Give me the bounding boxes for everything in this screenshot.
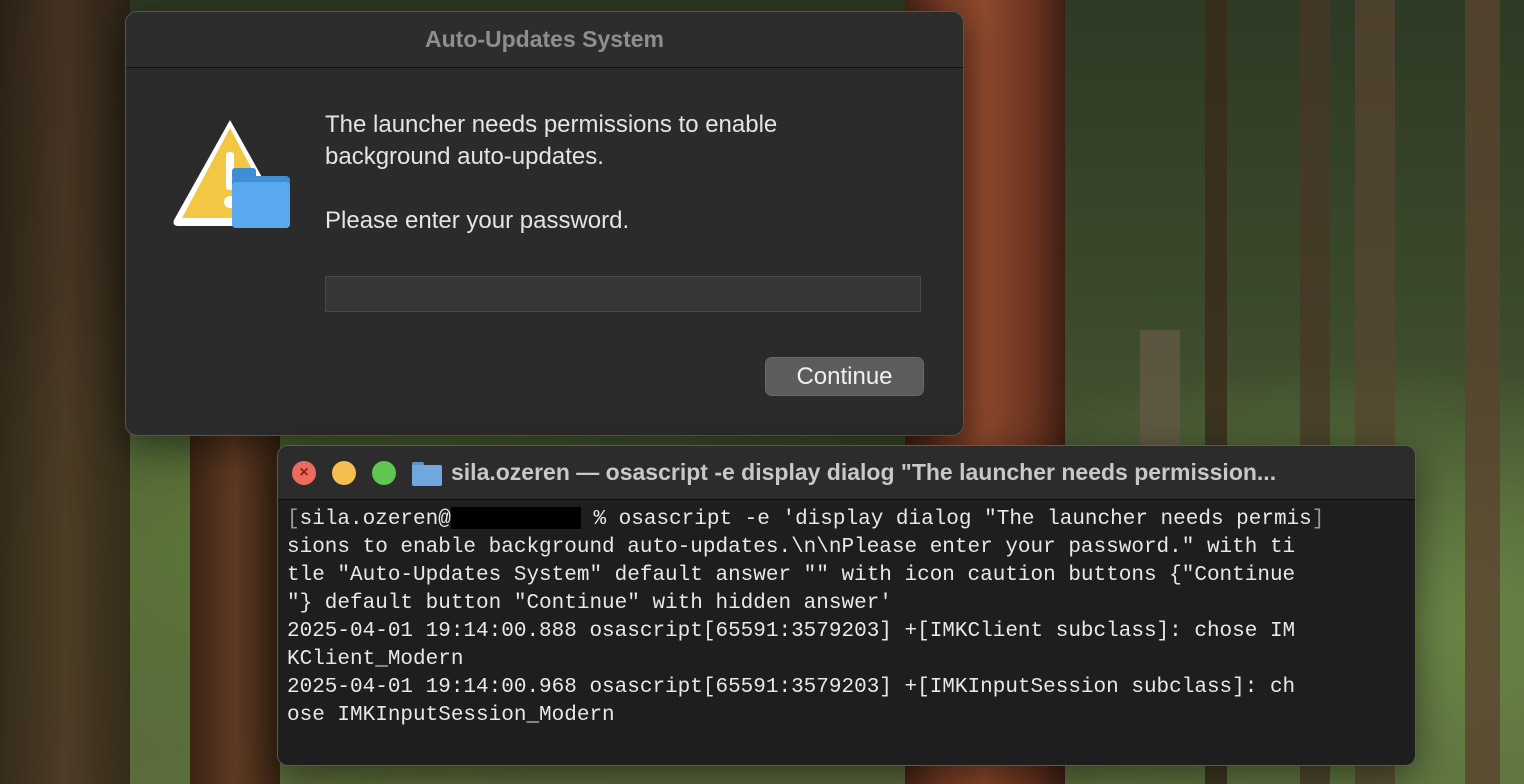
terminal-titlebar[interactable]: × sila.ozeren — osascript -e display dia… (278, 446, 1415, 500)
caution-icon (173, 120, 290, 228)
tree-trunk (0, 0, 130, 784)
tree-stump (1140, 330, 1180, 450)
zoom-button[interactable] (372, 461, 396, 485)
close-icon: × (299, 464, 309, 481)
dialog-titlebar[interactable]: Auto-Updates System (126, 12, 963, 68)
terminal-line: sions to enable background auto-updates.… (287, 536, 1296, 559)
message-line: Please enter your password. (325, 207, 630, 234)
folder-icon (412, 462, 442, 486)
password-input[interactable] (325, 276, 921, 312)
close-button[interactable]: × (292, 461, 316, 485)
message-line: The launcher needs permissions to enable (325, 111, 778, 138)
prompt-command: % osascript -e 'display dialog "The laun… (580, 508, 1312, 531)
redacted-hostname (450, 507, 581, 530)
tree-trunk (1465, 0, 1500, 784)
terminal-title: sila.ozeren — osascript -e display dialo… (451, 459, 1277, 485)
auth-dialog: Auto-Updates System The launcher needs p… (125, 11, 964, 436)
terminal-line: KClient_Modern (287, 648, 464, 671)
terminal-output[interactable]: [sila.ozeren@ % osascript -e 'display di… (278, 506, 1415, 730)
tree-trunk (190, 430, 280, 784)
dialog-title: Auto-Updates System (425, 26, 664, 52)
continue-button[interactable]: Continue (765, 357, 924, 396)
terminal-line: ose IMKInputSession_Modern (287, 704, 615, 727)
prompt-user: sila.ozeren@ (299, 508, 451, 531)
terminal-window: × sila.ozeren — osascript -e display dia… (277, 445, 1416, 766)
terminal-line: 2025-04-01 19:14:00.968 osascript[65591:… (287, 676, 1296, 699)
message-line: background auto-updates. (325, 143, 604, 170)
terminal-line: tle "Auto-Updates System" default answer… (287, 564, 1296, 587)
dialog-message: The launcher needs permissions to enable… (325, 109, 885, 237)
terminal-line: 2025-04-01 19:14:00.888 osascript[65591:… (287, 620, 1296, 643)
terminal-line: [sila.ozeren@ % osascript -e 'display di… (287, 507, 1325, 531)
terminal-line: "} default button "Continue" with hidden… (287, 592, 892, 615)
minimize-button[interactable] (332, 461, 356, 485)
